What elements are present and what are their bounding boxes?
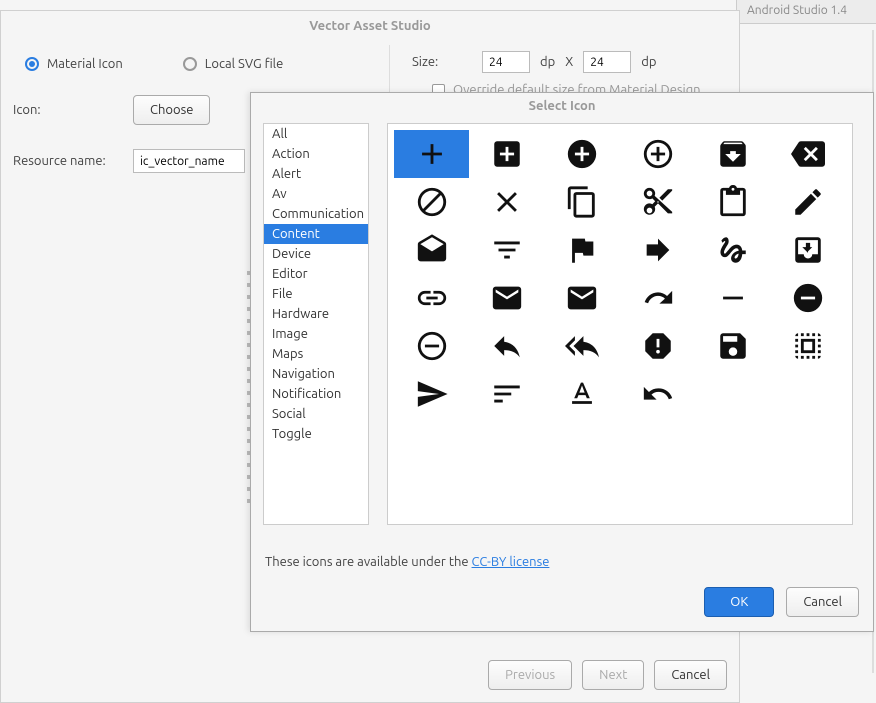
icon-label: Icon: — [13, 103, 133, 117]
text-format-icon[interactable] — [545, 370, 620, 418]
undo-icon[interactable] — [620, 370, 695, 418]
category-item-hardware[interactable]: Hardware — [264, 304, 368, 324]
size-x: X — [565, 55, 573, 69]
save-icon[interactable] — [695, 322, 770, 370]
add-box-icon[interactable] — [469, 130, 544, 178]
dp-unit: dp — [540, 55, 555, 69]
category-list[interactable]: AllActionAlertAvCommunicationContentDevi… — [263, 123, 369, 525]
link-icon[interactable] — [394, 274, 469, 322]
resource-name-input[interactable] — [133, 149, 245, 173]
drafts-icon[interactable] — [394, 226, 469, 274]
license-credit: These icons are available under the CC-B… — [265, 555, 549, 569]
category-item-all[interactable]: All — [264, 124, 368, 144]
add-circle-outline-icon[interactable] — [620, 130, 695, 178]
gesture-icon[interactable] — [695, 226, 770, 274]
report-icon[interactable] — [620, 322, 695, 370]
inbox-icon[interactable] — [771, 226, 846, 274]
block-icon[interactable] — [394, 178, 469, 226]
remove-circle-icon[interactable] — [771, 274, 846, 322]
category-item-toggle[interactable]: Toggle — [264, 424, 368, 444]
category-item-maps[interactable]: Maps — [264, 344, 368, 364]
filter-list-icon[interactable] — [469, 226, 544, 274]
category-item-navigation[interactable]: Navigation — [264, 364, 368, 384]
dialog-cancel-button[interactable]: Cancel — [786, 587, 859, 617]
remove-icon[interactable] — [695, 274, 770, 322]
source-material-label: Material Icon — [47, 57, 123, 71]
remove-circle-outline-icon[interactable] — [394, 322, 469, 370]
source-localsvg-label: Local SVG file — [205, 57, 284, 71]
choose-button[interactable]: Choose — [133, 95, 210, 125]
category-item-av[interactable]: Av — [264, 184, 368, 204]
category-item-device[interactable]: Device — [264, 244, 368, 264]
category-item-communication[interactable]: Communication — [264, 204, 368, 224]
resource-name-label: Resource name: — [13, 154, 133, 168]
markunread-icon[interactable] — [545, 274, 620, 322]
category-item-alert[interactable]: Alert — [264, 164, 368, 184]
size-height-input[interactable] — [583, 51, 631, 73]
category-item-social[interactable]: Social — [264, 404, 368, 424]
mail-icon[interactable] — [469, 274, 544, 322]
flag-icon[interactable] — [545, 226, 620, 274]
forward-icon[interactable] — [620, 226, 695, 274]
source-material-radio[interactable]: Material Icon — [25, 57, 123, 71]
archive-icon[interactable] — [695, 130, 770, 178]
reply-all-icon[interactable] — [545, 322, 620, 370]
add-circle-icon[interactable] — [545, 130, 620, 178]
content-paste-icon[interactable] — [695, 178, 770, 226]
vas-cancel-button[interactable]: Cancel — [654, 660, 727, 690]
content-copy-icon[interactable] — [545, 178, 620, 226]
previous-button[interactable]: Previous — [488, 660, 572, 690]
category-item-image[interactable]: Image — [264, 324, 368, 344]
cc-by-link[interactable]: CC-BY license — [472, 555, 550, 569]
category-item-action[interactable]: Action — [264, 144, 368, 164]
sort-icon[interactable] — [469, 370, 544, 418]
category-item-content[interactable]: Content — [264, 224, 368, 244]
select-icon-dialog: Select Icon AllActionAlertAvCommunicatio… — [250, 92, 874, 632]
select-all-icon[interactable] — [771, 322, 846, 370]
vas-title: Vector Asset Studio — [1, 11, 739, 41]
dialog-title: Select Icon — [251, 93, 873, 123]
category-item-editor[interactable]: Editor — [264, 264, 368, 284]
reply-icon[interactable] — [469, 322, 544, 370]
size-label: Size: — [412, 55, 472, 69]
create-icon[interactable] — [771, 178, 846, 226]
ide-tab: Android Studio 1.4 — [736, 0, 876, 24]
backspace-icon[interactable] — [771, 130, 846, 178]
source-localsvg-radio[interactable]: Local SVG file — [183, 57, 284, 71]
ok-button[interactable]: OK — [704, 587, 774, 617]
category-item-file[interactable]: File — [264, 284, 368, 304]
content-cut-icon[interactable] — [620, 178, 695, 226]
category-item-notification[interactable]: Notification — [264, 384, 368, 404]
icon-grid[interactable] — [387, 123, 853, 525]
radio-dot-icon — [25, 57, 39, 71]
dp-unit: dp — [641, 55, 656, 69]
next-button[interactable]: Next — [582, 660, 644, 690]
redo-icon[interactable] — [620, 274, 695, 322]
send-icon[interactable] — [394, 370, 469, 418]
size-width-input[interactable] — [482, 51, 530, 73]
radio-dot-icon — [183, 57, 197, 71]
clear-icon[interactable] — [469, 178, 544, 226]
add-icon[interactable] — [394, 130, 469, 178]
